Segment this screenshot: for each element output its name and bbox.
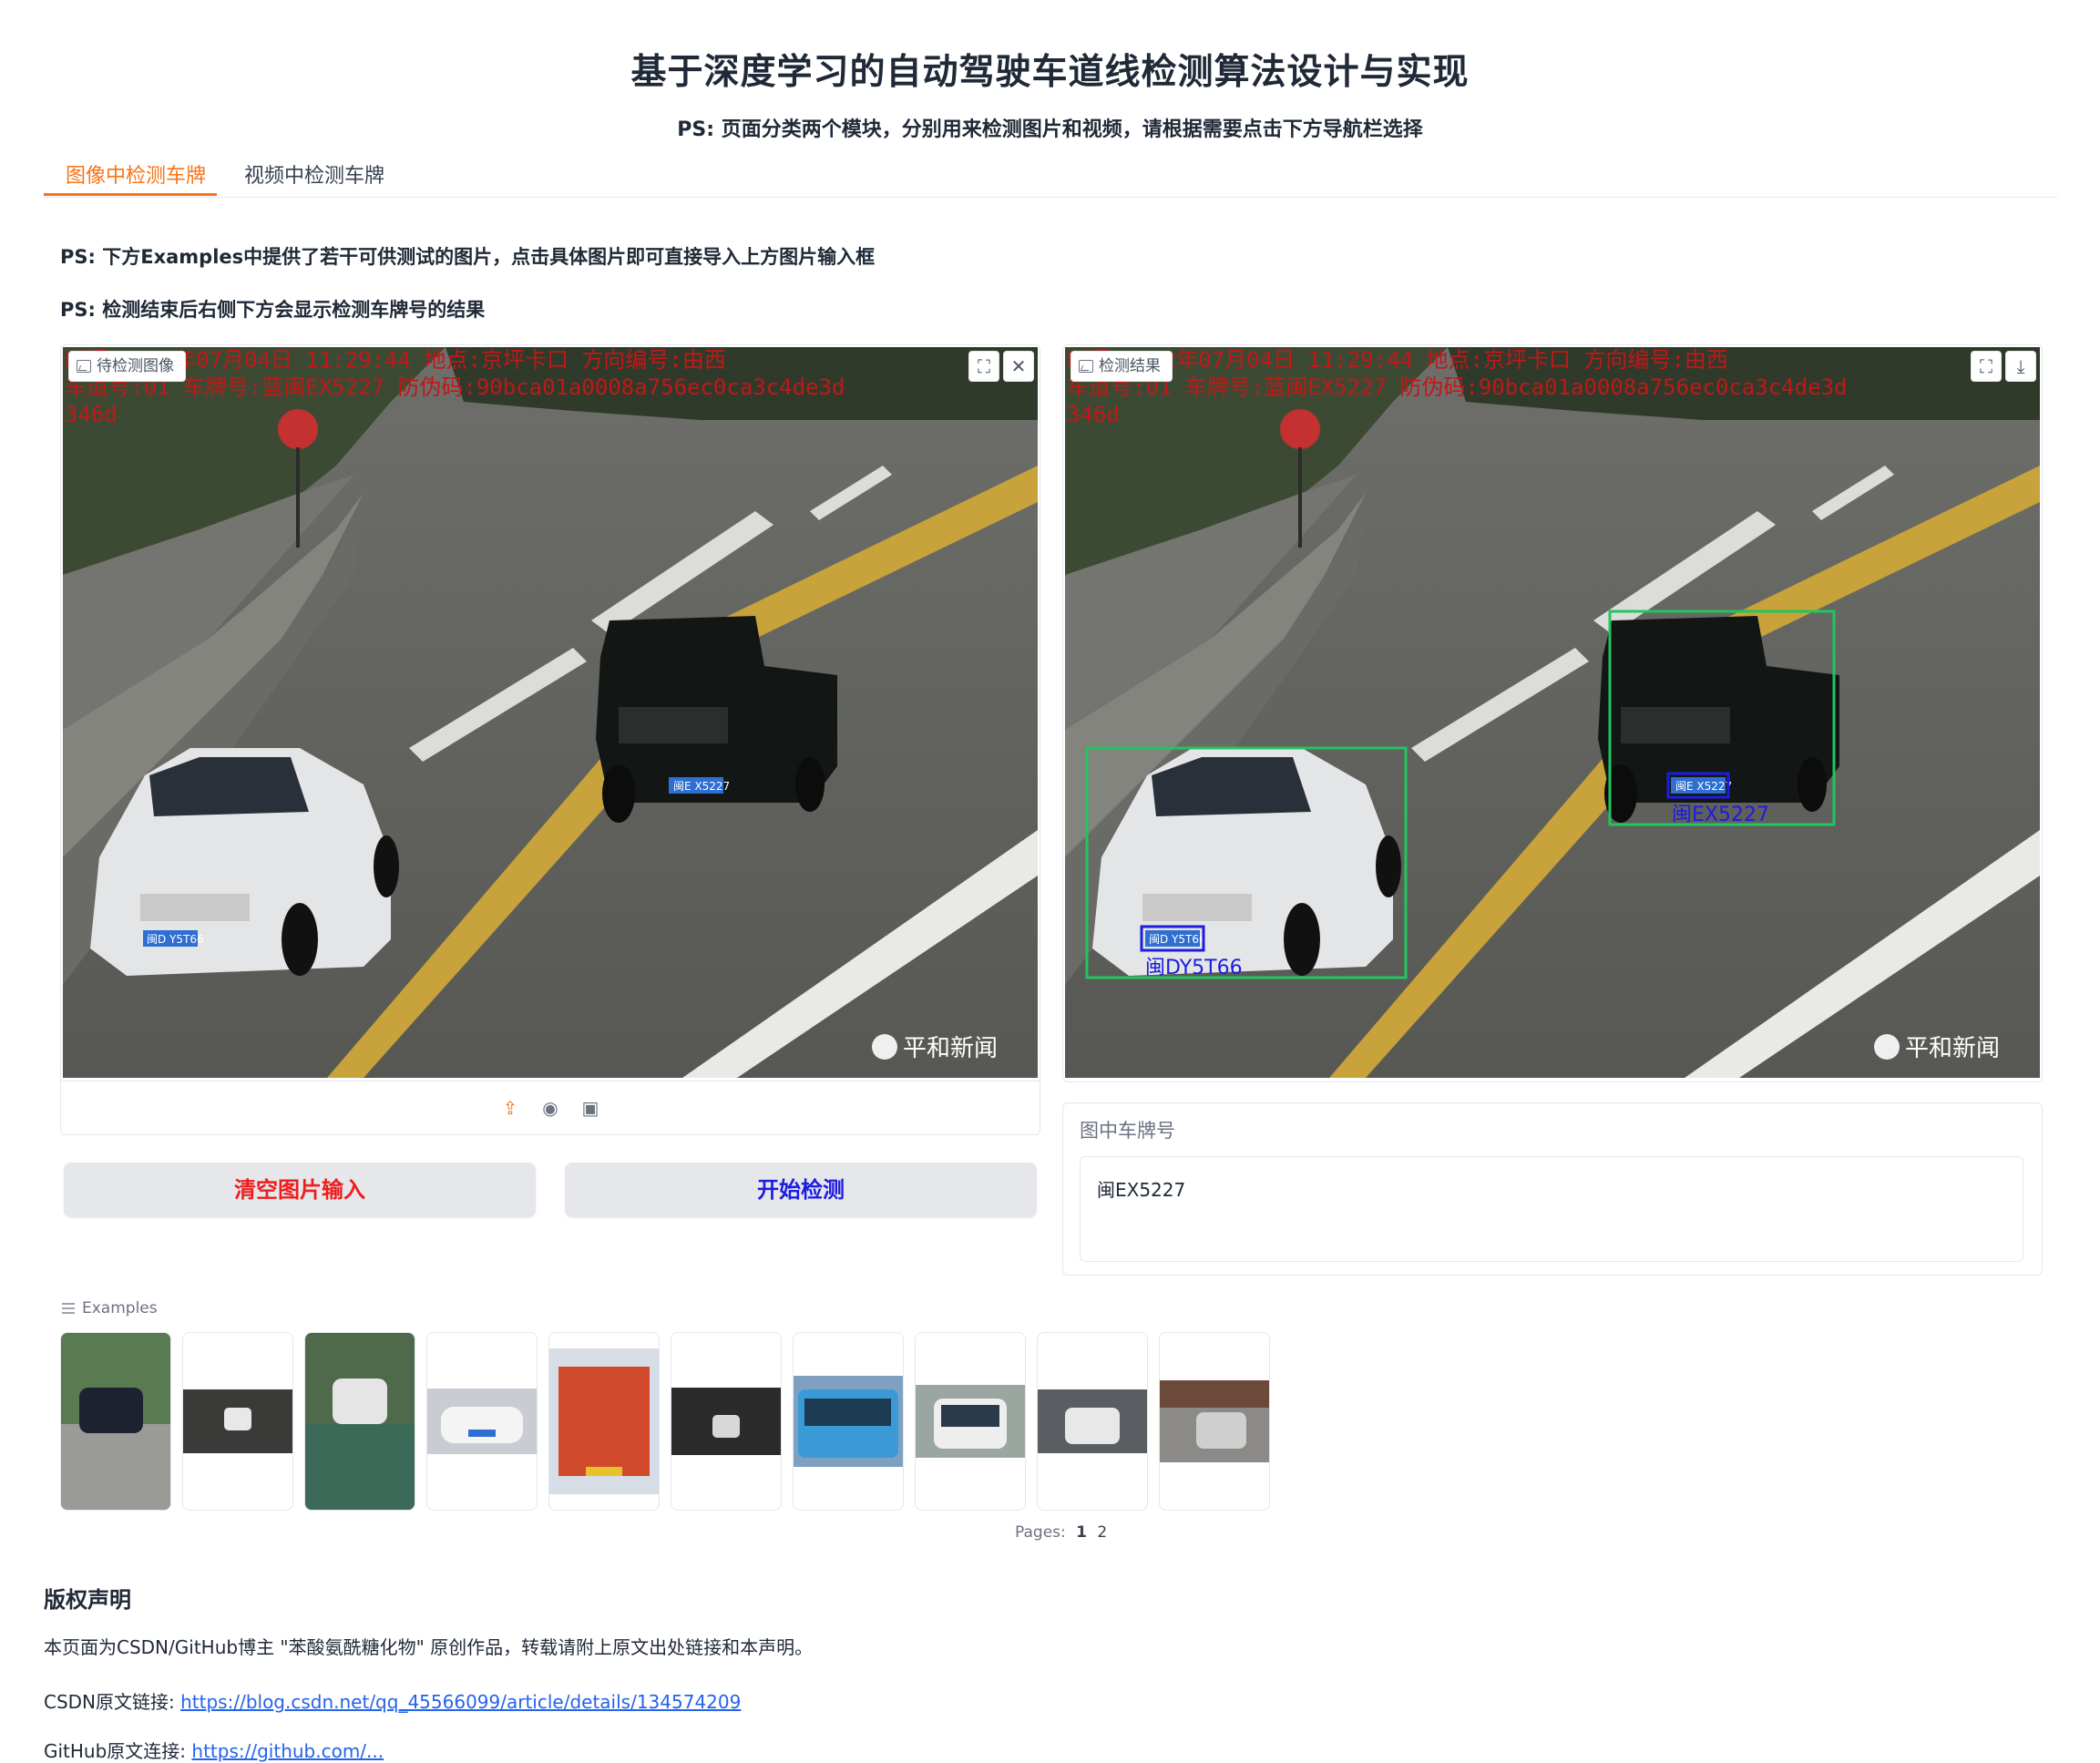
active-tab-indicator (44, 193, 217, 196)
clear-image-button[interactable]: 清空图片输入 (64, 1163, 536, 1217)
plate-result-field[interactable]: 闽EX5227 (1080, 1156, 2023, 1262)
tab-image-detection[interactable]: 图像中检测车牌 (66, 160, 206, 193)
output-image-label: 检测结果 (1070, 351, 1173, 382)
input-image[interactable]: 时间:2012年07月04日 11:29:44 地点:京坪卡口 方向编号:由西 … (63, 347, 1038, 1078)
example-thumbnail[interactable] (426, 1332, 538, 1511)
input-traffic-photo: 时间:2012年07月04日 11:29:44 地点:京坪卡口 方向编号:由西 … (63, 347, 1038, 1078)
csdn-link-prefix: CSDN原文链接: (44, 1691, 175, 1713)
svg-text:闽D Y5T66: 闽D Y5T66 (147, 933, 204, 946)
tab-video-detection[interactable]: 视频中检测车牌 (244, 160, 384, 193)
example-thumbnail[interactable] (1037, 1332, 1148, 1511)
example-thumbnail[interactable] (915, 1332, 1026, 1511)
webcam-icon[interactable]: ◉ (539, 1097, 561, 1119)
clipboard-icon[interactable]: ▣ (579, 1097, 601, 1119)
example-thumbnail[interactable] (793, 1332, 904, 1511)
list-icon (62, 1303, 75, 1314)
plate-result-value: 闽EX5227 (1097, 1179, 1186, 1201)
example-thumbnail[interactable] (60, 1332, 171, 1511)
output-image: 时间:2012年07月04日 11:29:44 地点:京坪卡口 方向编号:由西 … (1065, 347, 2040, 1078)
csdn-link[interactable]: https://blog.csdn.net/qq_45566099/articl… (180, 1691, 741, 1713)
image-icon (77, 360, 91, 373)
svg-text:闽EX5227: 闽EX5227 (1672, 804, 1769, 826)
start-detection-button[interactable]: 开始检测 (565, 1163, 1037, 1217)
pagination: Pages: 1 2 (1015, 1523, 1108, 1542)
csdn-link-line: CSDN原文链接: https://blog.csdn.net/qq_45566… (44, 1687, 741, 1714)
svg-text:346d: 346d (65, 402, 118, 427)
github-link[interactable]: https://github.com/... (191, 1740, 384, 1762)
example-thumbnail[interactable] (671, 1332, 782, 1511)
close-icon[interactable]: ✕ (1003, 351, 1034, 382)
page-subtitle: PS: 页面分类两个模块，分别用来检测图片和视频，请根据需要点击下方导航栏选择 (677, 118, 1423, 141)
copyright-text: 本页面为CSDN/GitHub博主 "苯酸氨酰糖化物" 原创作品，转载请附上原文… (44, 1636, 814, 1658)
input-image-panel[interactable]: 时间:2012年07月04日 11:29:44 地点:京坪卡口 方向编号:由西 … (60, 344, 1040, 1135)
example-thumbnail[interactable] (304, 1332, 415, 1511)
image-source-bar: ⇪ ◉ ▣ (61, 1081, 1040, 1134)
result-hint: PS: 检测结束后右侧下方会显示检测车牌号的结果 (60, 299, 486, 321)
github-link-line: GitHub原文连接: https://github.com/... (44, 1737, 384, 1763)
example-thumbnail[interactable] (1159, 1332, 1270, 1511)
svg-text:闽E X5227: 闽E X5227 (673, 780, 730, 793)
examples-label: Examples (62, 1299, 158, 1317)
page-2-link[interactable]: 2 (1097, 1523, 1107, 1542)
plate-result-panel: 图中车牌号 闽EX5227 (1062, 1102, 2043, 1276)
example-thumbnail[interactable] (548, 1332, 660, 1511)
svg-text:平和新闻: 平和新闻 (903, 1035, 998, 1062)
fullscreen-icon[interactable]: ⛶ (1971, 351, 2002, 382)
page-1-link[interactable]: 1 (1076, 1523, 1087, 1542)
image-icon (1079, 360, 1093, 373)
copyright-heading: 版权声明 (44, 1587, 131, 1613)
example-thumbnail[interactable] (182, 1332, 293, 1511)
page-title: 基于深度学习的自动驾驶车道线检测算法设计与实现 (630, 52, 1470, 93)
github-link-prefix: GitHub原文连接: (44, 1740, 187, 1762)
svg-text:闽D Y5T66: 闽D Y5T66 (1149, 933, 1206, 946)
svg-text:平和新闻: 平和新闻 (1905, 1035, 2000, 1062)
output-traffic-photo: 时间:2012年07月04日 11:29:44 地点:京坪卡口 方向编号:由西 … (1065, 347, 2040, 1078)
plate-result-label: 图中车牌号 (1080, 1120, 1175, 1142)
svg-text:车道号:01 车牌号:蓝闽EX5227 防伪码:90bc: 车道号:01 车牌号:蓝闽EX5227 防伪码:90bca01a0008a756… (1067, 374, 1847, 400)
input-image-label: 待检测图像 (68, 351, 186, 382)
fullscreen-icon[interactable]: ⛶ (968, 351, 999, 382)
upload-icon[interactable]: ⇪ (499, 1097, 521, 1119)
download-icon[interactable]: ⤓ (2005, 351, 2036, 382)
output-image-panel[interactable]: 时间:2012年07月04日 11:29:44 地点:京坪卡口 方向编号:由西 … (1062, 344, 2043, 1082)
examples-hint: PS: 下方Examples中提供了若干可供测试的图片，点击具体图片即可直接导入… (60, 246, 876, 268)
svg-text:346d: 346d (1067, 402, 1120, 427)
svg-text:闽E X5227: 闽E X5227 (1675, 780, 1732, 793)
tab-divider (44, 197, 2057, 198)
svg-text:闽DY5T66: 闽DY5T66 (1145, 957, 1243, 979)
